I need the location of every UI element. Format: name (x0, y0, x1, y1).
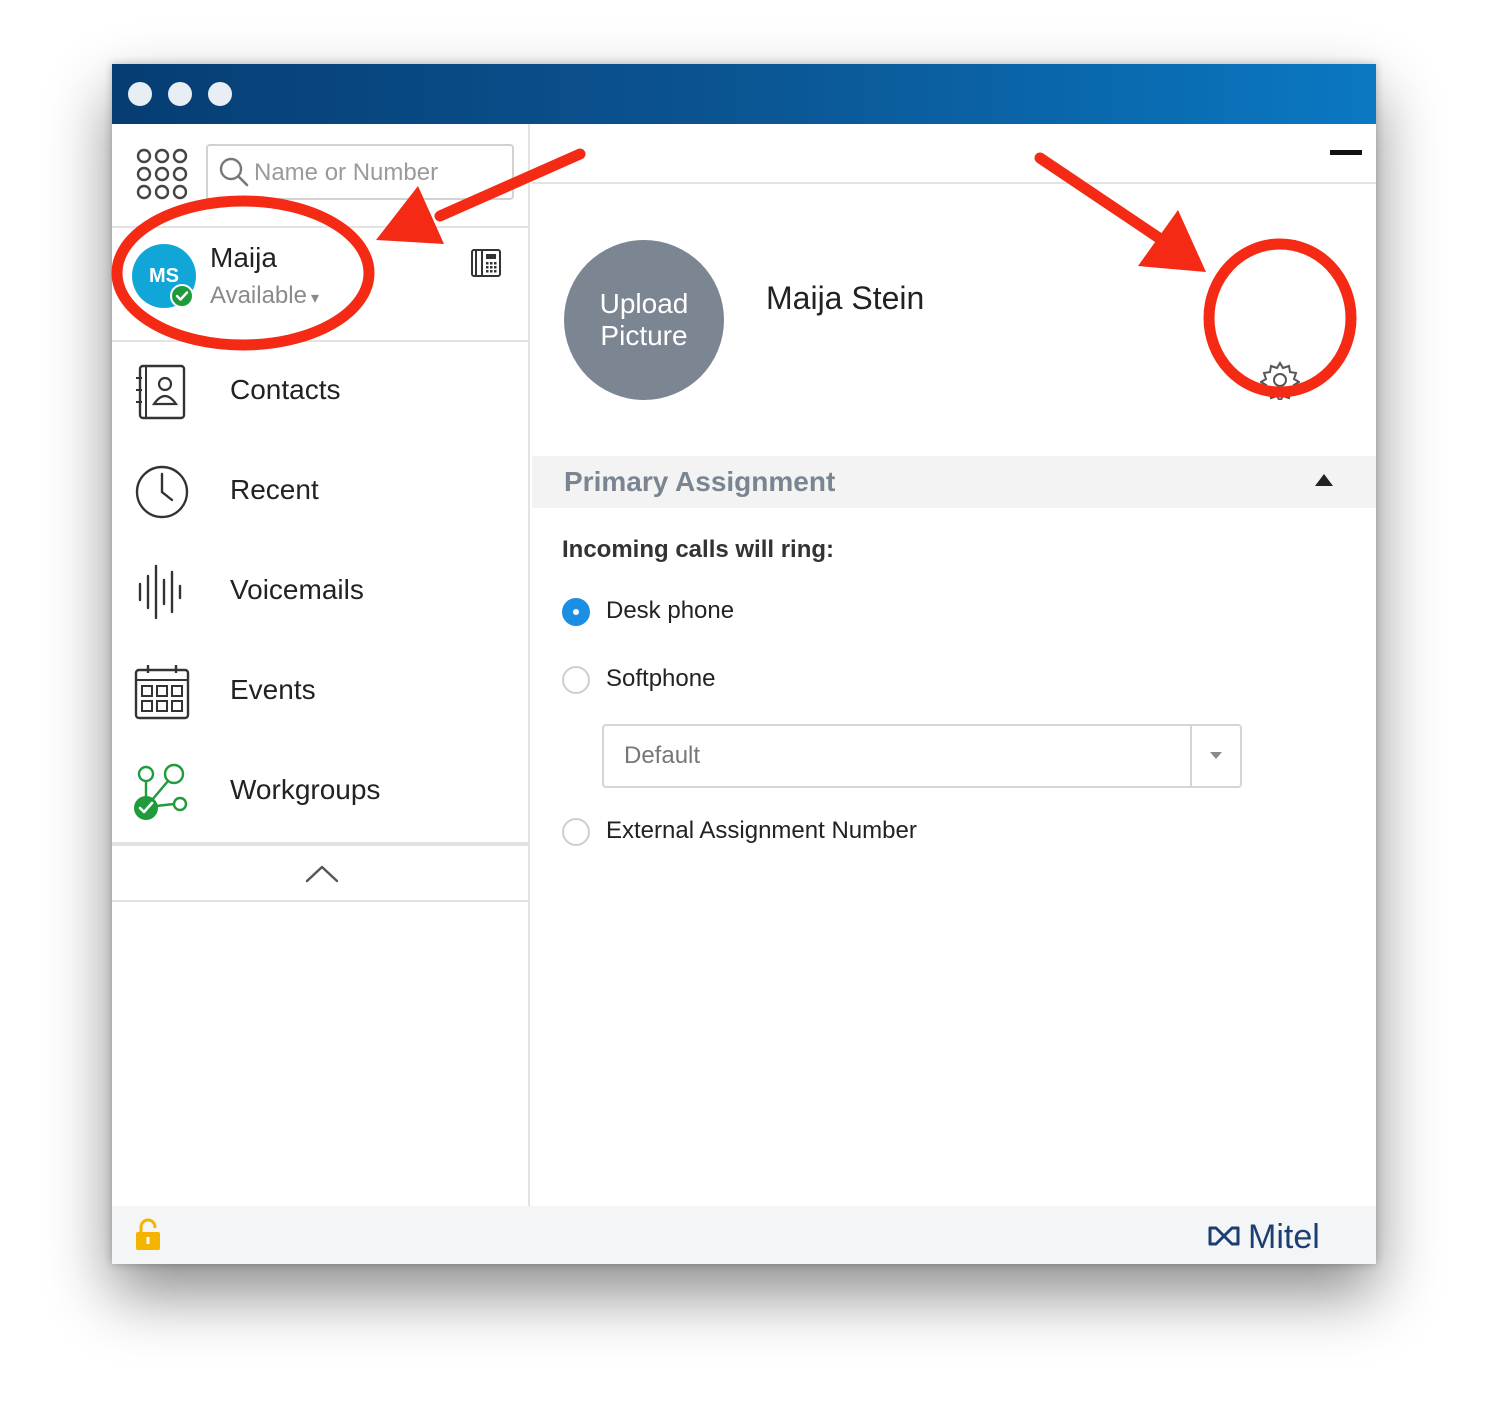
close-window-button[interactable] (128, 82, 152, 106)
upload-picture-line2: Picture (600, 320, 688, 351)
main-panel: Upload Picture Maija Stein Primary Assig… (532, 124, 1376, 1206)
radio-label-desk-phone: Desk phone (606, 597, 735, 624)
gear-icon[interactable] (1260, 360, 1300, 400)
nav-label-events: Events (230, 674, 316, 705)
search-icon (219, 157, 249, 187)
minimize-panel-button[interactable] (1330, 150, 1362, 155)
profile-full-name: Maija Stein (766, 280, 925, 316)
mitel-logo-icon (1208, 1226, 1240, 1246)
user-status-card[interactable]: MS Maija Available ▾ (112, 226, 528, 342)
radio-label-external-number: External Assignment Number (606, 817, 917, 844)
collapse-triangle-icon[interactable] (1314, 472, 1334, 488)
chevron-down-icon: ▾ (310, 290, 319, 307)
section-title: Primary Assignment (564, 466, 836, 497)
select-divider (1190, 726, 1192, 786)
primary-assignment-header[interactable]: Primary Assignment (532, 456, 1376, 508)
nav-label-contacts: Contacts (230, 374, 341, 405)
user-name: Maija (210, 242, 277, 273)
radio-button[interactable] (562, 818, 590, 846)
nav-item-contacts[interactable]: Contacts (112, 342, 528, 442)
chevron-down-icon[interactable] (1210, 752, 1222, 759)
nav-item-workgroups[interactable]: Workgroups (112, 742, 528, 842)
search-input[interactable] (254, 158, 504, 188)
desk-phone-icon[interactable] (470, 246, 502, 278)
upload-picture-line1: Upload (599, 288, 689, 319)
app-window: MS Maija Available▾ (112, 64, 1376, 1264)
contacts-icon (136, 364, 186, 420)
nav-label-voicemails: Voicemails (230, 574, 364, 605)
incoming-calls-label: Incoming calls will ring: (562, 536, 835, 563)
chevron-up-icon (305, 865, 339, 883)
collapse-nav-button[interactable] (112, 842, 528, 902)
radio-label-softphone: Softphone (606, 665, 716, 692)
presence-available-badge (170, 284, 194, 308)
nav-item-voicemails[interactable]: Voicemails (112, 542, 528, 642)
softphone-select[interactable]: Default (602, 724, 1242, 788)
footer-bar: Mitel (112, 1206, 1376, 1264)
nav-label-workgroups: Workgroups (230, 774, 381, 805)
search-box[interactable] (206, 144, 514, 200)
status-label: Available (210, 282, 307, 309)
upload-picture-button[interactable]: Upload Picture (564, 240, 724, 400)
minimize-window-button[interactable] (168, 82, 192, 106)
main-toolbar (532, 124, 1376, 184)
clock-icon (135, 465, 189, 519)
radio-button[interactable] (562, 666, 590, 694)
zoom-window-button[interactable] (208, 82, 232, 106)
nav-item-events[interactable]: Events (112, 642, 528, 742)
status-dropdown[interactable]: Available ▾ (210, 282, 319, 310)
voicemail-icon (138, 564, 182, 620)
nav-item-recent[interactable]: Recent (112, 442, 528, 542)
check-icon (175, 291, 189, 301)
title-bar (112, 64, 1376, 124)
calendar-icon (134, 665, 190, 720)
radio-button[interactable] (562, 598, 590, 626)
apps-grid-icon[interactable] (136, 148, 188, 200)
workgroups-icon (134, 763, 188, 820)
sidebar: MS Maija Available▾ (112, 124, 530, 1206)
brand-name: Mitel (1248, 1218, 1320, 1256)
softphone-select-value: Default (624, 742, 701, 769)
nav-label-recent: Recent (230, 474, 319, 505)
lock-open-icon[interactable] (134, 1218, 162, 1252)
